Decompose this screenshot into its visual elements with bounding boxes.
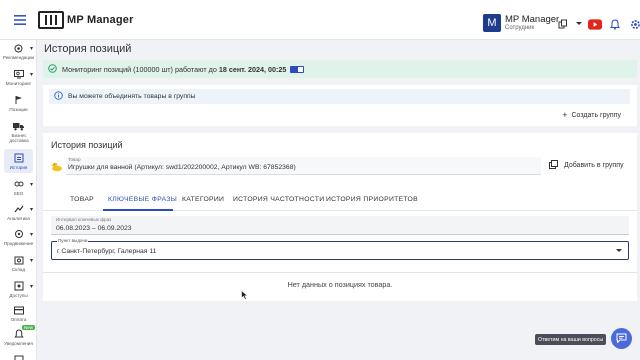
- top-bar: MP Manager M MP Manager Сотрудник: [0, 0, 640, 40]
- sidebar-item-warehouse[interactable]: ▾ Склад: [0, 254, 37, 272]
- add-group-icon: [549, 160, 558, 171]
- page-title: История позиций: [44, 43, 132, 55]
- monitoring-toggle[interactable]: [290, 65, 305, 73]
- check-circle-icon: [48, 63, 57, 75]
- history-icon: [4, 152, 33, 164]
- tab-categories[interactable]: КАТЕГОРИИ: [182, 196, 224, 203]
- create-group-button[interactable]: + Создать группу: [562, 110, 621, 120]
- add-to-group-label: Добавить в группу: [564, 162, 624, 169]
- bell-icon[interactable]: [608, 17, 622, 31]
- chat-icon: [616, 330, 627, 348]
- sidebar-item-notifications[interactable]: New Уведомления: [0, 325, 37, 346]
- product-field-label: Товар: [68, 157, 81, 162]
- keyword-range-value: 06.08.2023 – 06.09.2023: [56, 225, 132, 232]
- app-logo[interactable]: MP Manager: [38, 10, 134, 29]
- info-icon: [54, 91, 63, 102]
- empty-state-card: Нет данных о позициях товара.: [43, 272, 637, 296]
- product-field-value: Игрушки для ванной (Артикул: swd1/202200…: [68, 164, 296, 171]
- more-icon: [0, 352, 37, 360]
- new-badge: New: [22, 325, 36, 330]
- sidebar-item-recommendations[interactable]: ▾ Рекомендации: [0, 42, 37, 60]
- app-title: MP Manager: [67, 13, 134, 26]
- chat-tooltip: Ответим на ваши вопросы: [535, 334, 607, 345]
- user-menu[interactable]: M MP Manager Сотрудник: [483, 14, 559, 32]
- tabs-bar: ТОВАР КЛЮЧЕВЫЕ ФРАЗЫ КАТЕГОРИИ ИСТОРИЯ Ч…: [43, 191, 637, 211]
- pickup-point-select[interactable]: Пункт выдачи г Санкт-Петербург, Галерная…: [51, 238, 629, 260]
- history-title: История позиций: [51, 140, 123, 150]
- truck-icon: [0, 120, 37, 132]
- sidebar-item-seo[interactable]: ▾ SEO: [0, 178, 37, 196]
- plus-icon: +: [562, 110, 568, 120]
- youtube-icon[interactable]: [588, 17, 602, 31]
- menu-icon[interactable]: [0, 0, 40, 40]
- sidebar-item-business-delivery[interactable]: Бизнес доставка: [0, 120, 37, 143]
- positions-icon: [0, 94, 37, 106]
- tab-product[interactable]: ТОВАР: [70, 196, 94, 203]
- groups-card: Вы можете объединять товары в группы + С…: [43, 85, 637, 126]
- sidebar: ▾ Рекомендации ▾ Мониторинг Позиции Бизн…: [0, 40, 37, 360]
- keyword-range-label: Интервал ключевых фраз: [56, 217, 112, 222]
- settings-icon[interactable]: [628, 17, 640, 31]
- tab-priority-history[interactable]: ИСТОРИЯ ПРИОРИТЕТОВ: [326, 196, 418, 203]
- empty-state-text: Нет данных о позициях товара.: [287, 280, 393, 289]
- user-name: MP Manager: [505, 13, 560, 25]
- chat-button[interactable]: [611, 328, 632, 349]
- sidebar-item-more[interactable]: [0, 352, 37, 360]
- pickup-point-value: г Санкт-Петербург, Галерная 11: [57, 248, 157, 255]
- tab-keywords[interactable]: КЛЮЧЕВЫЕ ФРАЗЫ: [108, 196, 177, 203]
- mouse-cursor-icon: [241, 287, 249, 305]
- sidebar-item-promotion[interactable]: ▾ Продвижение: [0, 228, 37, 246]
- sidebar-item-payment[interactable]: Оплата: [0, 304, 37, 322]
- tab-frequency-history[interactable]: ИСТОРИЯ ЧАСТОТНОСТИ: [233, 196, 324, 203]
- logo-icon: [38, 10, 64, 29]
- duck-toy-icon: [51, 160, 63, 172]
- chevron-down-icon: [616, 249, 622, 252]
- avatar: M: [483, 14, 501, 32]
- monitoring-notice-date: 18 сент. 2024, 00:25: [218, 64, 287, 74]
- add-to-group-button[interactable]: Добавить в группу: [549, 160, 624, 171]
- active-tab-indicator: [103, 209, 173, 211]
- sidebar-item-positions[interactable]: Позиции: [0, 94, 37, 112]
- sidebar-item-history[interactable]: История: [4, 149, 33, 173]
- keyword-range-field[interactable]: Интервал ключевых фраз 06.08.2023 – 06.0…: [51, 216, 629, 235]
- payment-icon: [0, 304, 37, 316]
- user-role: Сотрудник: [505, 25, 535, 32]
- sidebar-item-monitoring[interactable]: ▾ Мониторинг: [0, 68, 37, 86]
- pickup-point-label: Пункт выдачи: [57, 238, 89, 243]
- info-notice: Вы можете объединять товары в группы: [49, 89, 630, 104]
- chevron-down-icon[interactable]: [576, 17, 582, 31]
- info-notice-text: Вы можете объединять товары в группы: [68, 93, 196, 100]
- create-group-label: Создать группу: [571, 111, 622, 119]
- monitoring-notice: Мониторинг позиций (100000 шт) работают …: [43, 60, 637, 78]
- copy-icon[interactable]: [556, 17, 570, 31]
- sidebar-item-access[interactable]: ▾ Доступы: [0, 280, 37, 298]
- product-selector[interactable]: Товар Игрушки для ванной (Артикул: swd1/…: [51, 157, 541, 175]
- monitoring-notice-text: Мониторинг позиций (100000 шт) работают …: [62, 64, 217, 74]
- sidebar-item-analytics[interactable]: ▾ Аналитика: [0, 203, 37, 221]
